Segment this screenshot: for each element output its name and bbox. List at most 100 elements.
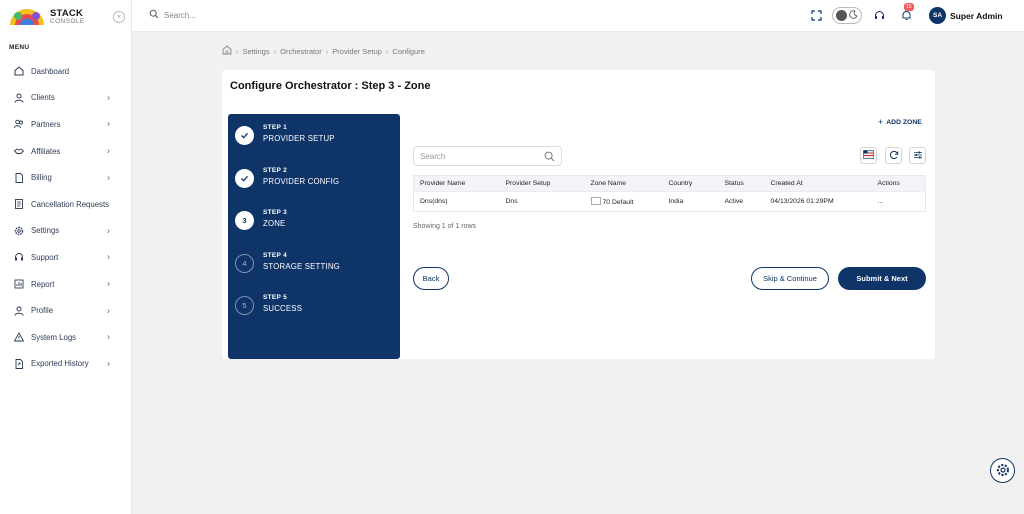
- global-search-input[interactable]: Search...: [164, 11, 196, 20]
- sidebar-item-partners[interactable]: Partners ›: [0, 111, 132, 138]
- breadcrumb-separator: ›: [236, 46, 239, 56]
- chevron-right-icon: ›: [107, 145, 110, 156]
- chevron-right-icon: ›: [107, 118, 110, 129]
- zones-table: Provider Name Provider Setup Zone Name C…: [413, 175, 926, 212]
- submit-next-button[interactable]: Submit & Next: [838, 267, 926, 290]
- theme-toggle[interactable]: [832, 7, 862, 24]
- filter-button[interactable]: [909, 147, 926, 164]
- sidebar-item-cancellation-requests[interactable]: Cancellation Requests: [0, 191, 132, 218]
- step-provider-setup[interactable]: STEP 1 PROVIDER SETUP: [235, 124, 335, 145]
- column-header[interactable]: Provider Name: [413, 175, 500, 192]
- brand-sub: CONSOLE: [50, 17, 85, 25]
- breadcrumb: › Settings › Orchestrator › Provider Set…: [222, 45, 425, 57]
- search-icon[interactable]: [544, 151, 555, 164]
- refresh-button[interactable]: [885, 147, 902, 164]
- cell-provider-name: Dns(dns): [413, 191, 500, 212]
- chevron-right-icon: ›: [107, 92, 110, 103]
- cell-created-at: 04/13/2026 01:29PM: [764, 191, 872, 212]
- document-icon: [14, 199, 24, 210]
- column-header[interactable]: Created At: [764, 175, 872, 192]
- sidebar-item-label: System Logs: [31, 332, 77, 342]
- moon-icon: [849, 10, 858, 21]
- skip-continue-button[interactable]: Skip & Continue: [751, 267, 829, 290]
- sidebar-item-billing[interactable]: Billing ›: [0, 164, 132, 191]
- flag-export-icon: [863, 150, 874, 161]
- step-storage-setting[interactable]: 4 STEP 4 STORAGE SETTING: [235, 252, 340, 273]
- collapse-sidebar-button[interactable]: ×: [113, 11, 125, 23]
- sidebar-item-label: Clients: [31, 93, 55, 103]
- table-footer-count: Showing 1 of 1 rows: [413, 223, 477, 230]
- chevron-right-icon: ›: [107, 251, 110, 262]
- sliders-icon: [913, 150, 923, 162]
- user-name[interactable]: Super Admin: [950, 11, 1003, 21]
- sun-icon: [836, 10, 847, 21]
- breadcrumb-orchestrator[interactable]: Orchestrator: [280, 47, 322, 56]
- cell-country: India: [662, 191, 719, 212]
- headset-icon: [874, 10, 885, 23]
- global-search[interactable]: Search...: [149, 9, 196, 21]
- column-header[interactable]: Provider Setup: [499, 175, 585, 192]
- sidebar-item-dashboard[interactable]: Dashboard: [0, 58, 132, 85]
- sidebar-item-exported-history[interactable]: Exported History ›: [0, 351, 132, 378]
- step-name: PROVIDER CONFIG: [263, 177, 340, 186]
- sidebar-item-label: Settings: [31, 226, 60, 236]
- add-zone-button[interactable]: + ADD ZONE: [878, 117, 922, 127]
- profile-icon: [14, 306, 24, 316]
- column-header[interactable]: Zone Name: [584, 175, 663, 192]
- export-button[interactable]: [860, 147, 877, 164]
- avatar[interactable]: SA: [929, 7, 946, 24]
- breadcrumb-provider-setup[interactable]: Provider Setup: [332, 47, 382, 56]
- breadcrumb-settings[interactable]: Settings: [243, 47, 270, 56]
- column-header[interactable]: Status: [718, 175, 765, 192]
- step-name: STORAGE SETTING: [263, 262, 340, 271]
- support-headset-button[interactable]: [872, 9, 886, 23]
- users-icon: [14, 119, 24, 129]
- sidebar-item-support[interactable]: Support ›: [0, 244, 132, 271]
- export-icon: [14, 358, 24, 369]
- table-search-input[interactable]: [420, 151, 540, 161]
- plus-icon: +: [878, 117, 884, 127]
- file-icon: [14, 172, 24, 183]
- sidebar-item-report[interactable]: Report ›: [0, 271, 132, 298]
- sidebar-item-clients[interactable]: Clients ›: [0, 85, 132, 112]
- logo-mark-icon: [8, 7, 46, 27]
- configure-card: Configure Orchestrator : Step 3 - Zone S…: [222, 70, 935, 359]
- sidebar-item-label: Partners: [31, 119, 61, 129]
- step-name: SUCCESS: [263, 304, 303, 313]
- sidebar-item-label: Dashboard: [31, 66, 70, 76]
- step-number: STEP 2: [263, 167, 288, 174]
- column-header: Actions: [871, 175, 926, 192]
- row-actions-button[interactable]: ...: [871, 191, 926, 212]
- gear-icon: [14, 226, 24, 236]
- stepper: STEP 1 PROVIDER SETUP STEP 2 PROVIDER CO…: [228, 114, 400, 359]
- table-row[interactable]: Dns(dns) Dns 70 Default India Active 04/…: [413, 191, 926, 212]
- step-marker: 4: [235, 254, 254, 273]
- step-provider-config[interactable]: STEP 2 PROVIDER CONFIG: [235, 167, 339, 188]
- chevron-right-icon: ›: [107, 278, 110, 289]
- step-number: STEP 4: [263, 252, 288, 259]
- page-title: Configure Orchestrator : Step 3 - Zone: [230, 80, 431, 92]
- step-name: ZONE: [263, 219, 286, 228]
- notifications-button[interactable]: [899, 9, 913, 23]
- step-zone[interactable]: 3 STEP 3 ZONE: [235, 209, 287, 230]
- chevron-right-icon: ›: [107, 305, 110, 316]
- step-success[interactable]: 5 STEP 5 SUCCESS: [235, 294, 302, 315]
- sidebar-item-settings[interactable]: Settings ›: [0, 218, 132, 245]
- brand-logo[interactable]: STACK CONSOLE: [8, 7, 85, 27]
- cell-status: Active: [718, 191, 765, 212]
- gear-icon: [996, 463, 1010, 479]
- step-name: PROVIDER SETUP: [263, 134, 335, 143]
- fullscreen-icon: [810, 9, 822, 23]
- sidebar-item-affiliates[interactable]: Affiliates ›: [0, 138, 132, 165]
- settings-fab-button[interactable]: [990, 458, 1015, 483]
- cell-provider-setup: Dns: [499, 191, 585, 212]
- handshake-icon: [14, 146, 24, 156]
- sidebar-item-profile[interactable]: Profile ›: [0, 297, 132, 324]
- back-button[interactable]: Back: [413, 267, 449, 290]
- sidebar-item-system-logs[interactable]: System Logs ›: [0, 324, 132, 351]
- column-header[interactable]: Country: [662, 175, 719, 192]
- home-icon[interactable]: [222, 45, 232, 57]
- fullscreen-button[interactable]: [809, 9, 823, 23]
- sidebar-item-label: Affiliates: [31, 146, 61, 156]
- step-number: STEP 1: [263, 124, 288, 131]
